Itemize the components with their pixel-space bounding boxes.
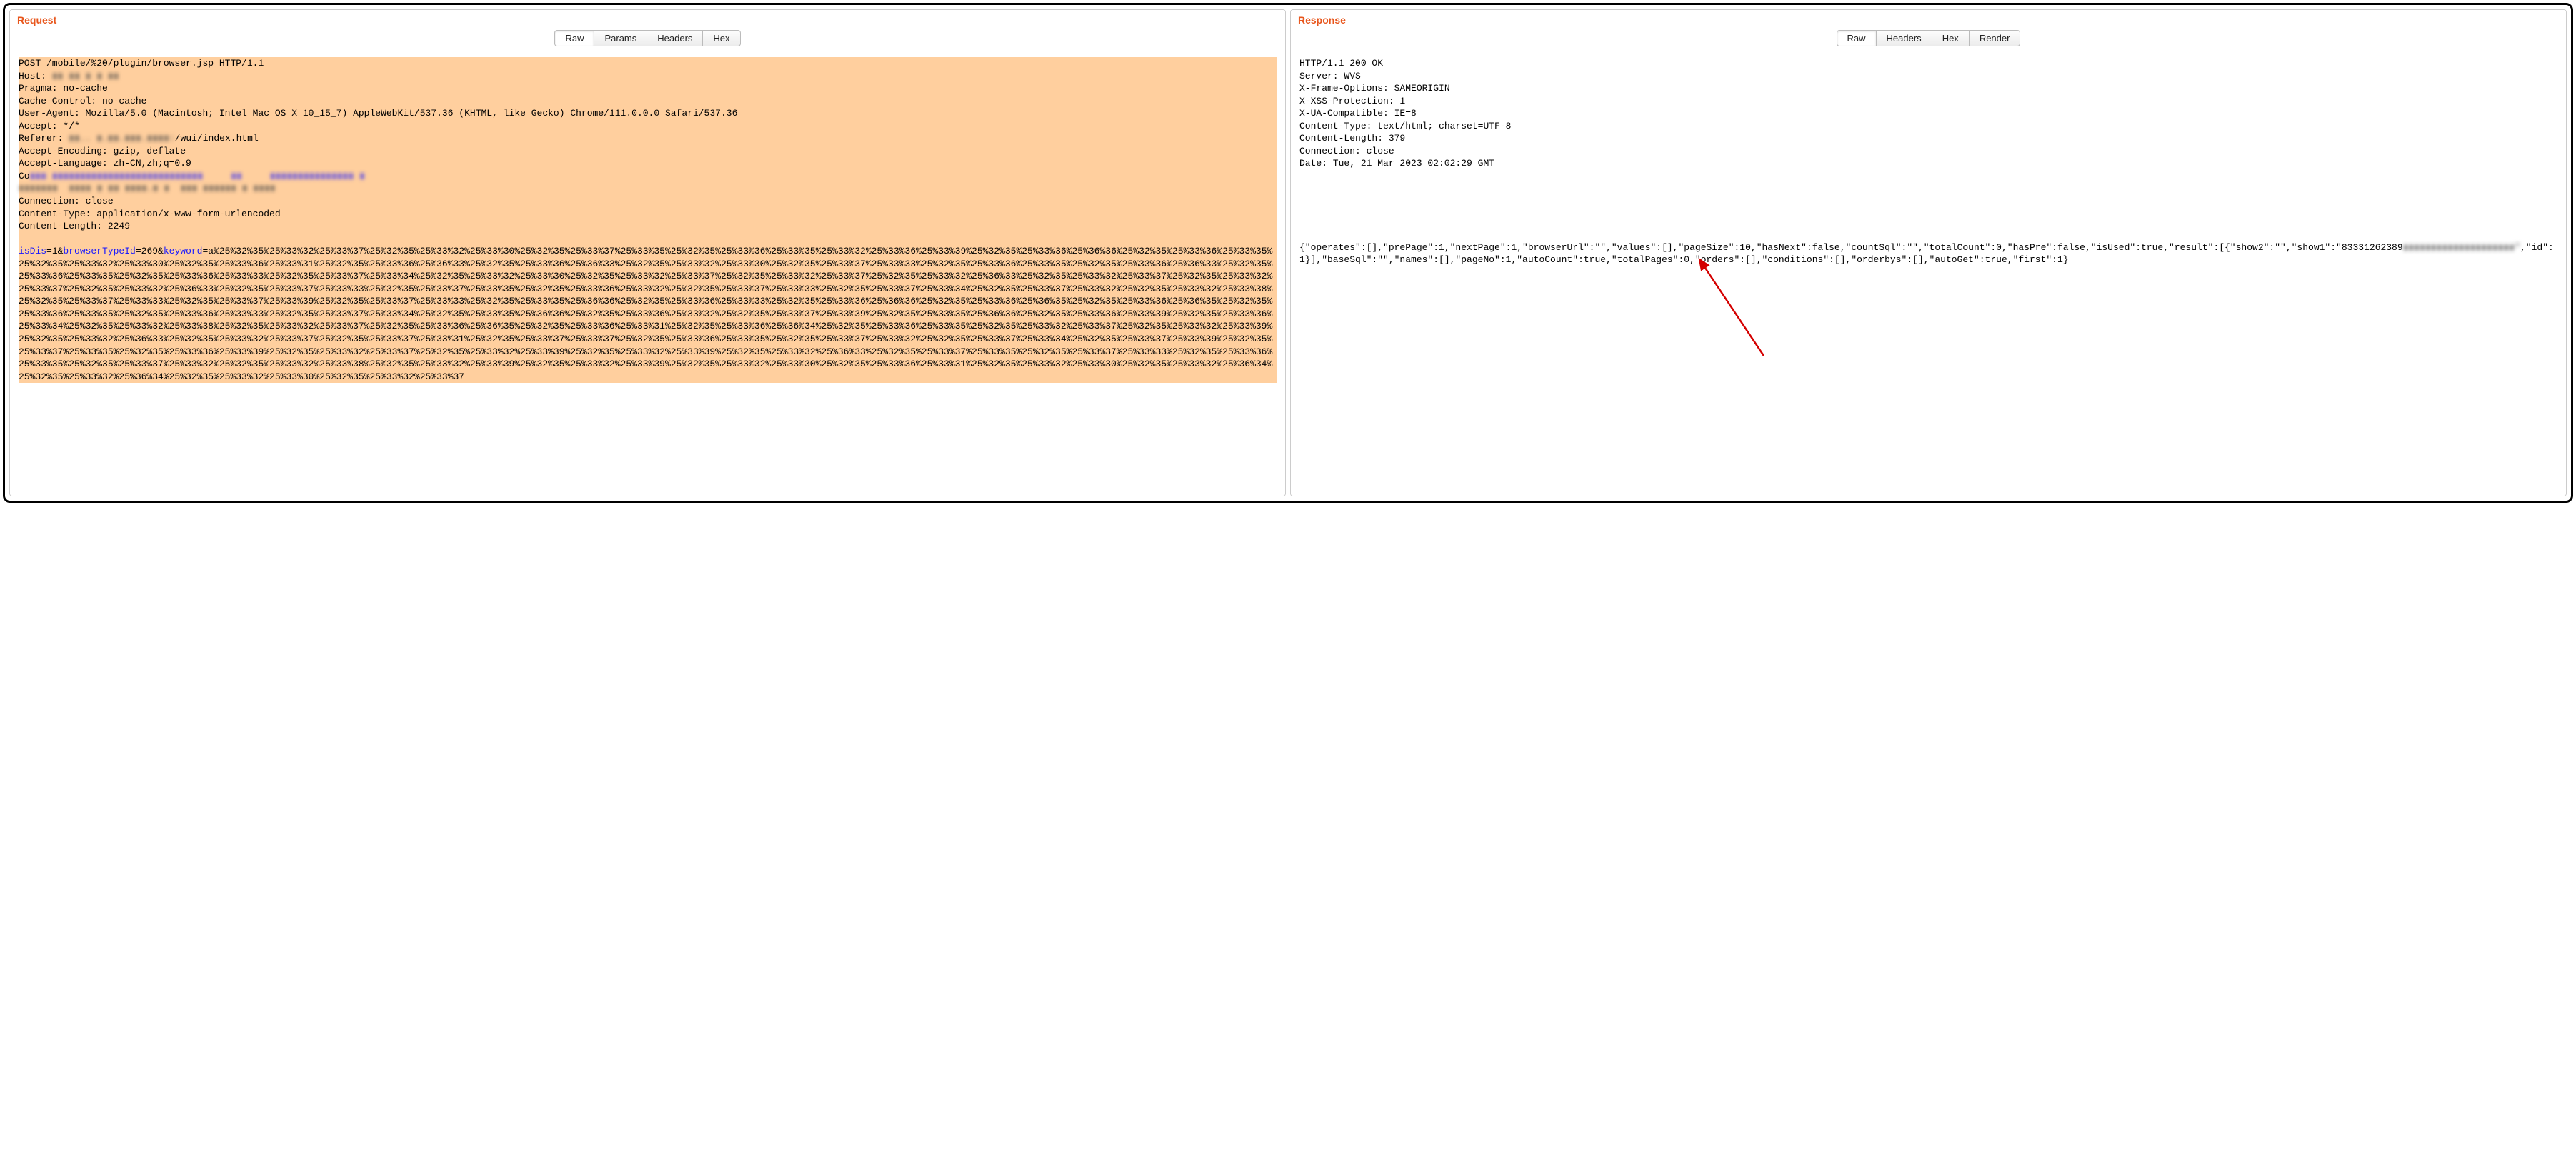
param-browsertypeid: browserTypeId — [63, 246, 135, 256]
response-headers: HTTP/1.1 200 OK Server: WVS X-Frame-Opti… — [1299, 58, 1511, 169]
cache-control: Cache-Control: no-cache — [19, 96, 146, 106]
cookie-label: Co — [19, 171, 30, 181]
response-body: {"operates":[],"prePage":1,"nextPage":1,… — [1299, 241, 2557, 279]
tab-render-resp[interactable]: Render — [1970, 30, 2021, 46]
referer-redacted: ▮▮.. ▮.▮▮.▮▮▮.▮▮▮▮: — [69, 133, 175, 144]
response-title: Response — [1291, 10, 2566, 29]
referer-tail: /wui/index.html — [175, 133, 259, 144]
referer-label: Referer: — [19, 133, 69, 144]
param-keyword: keyword — [164, 246, 203, 256]
tab-params[interactable]: Params — [594, 30, 647, 46]
connection: Connection: close — [19, 196, 114, 206]
accept: Accept: */* — [19, 121, 80, 131]
param-keyword-val: =a%25%32%35%25%33%32%25%33%37%25%32%35%2… — [19, 246, 1272, 381]
request-raw-content[interactable]: POST /mobile/%20/plugin/browser.jsp HTTP… — [10, 51, 1285, 496]
annotation-arrow — [1685, 249, 1771, 363]
response-raw-content[interactable]: HTTP/1.1 200 OK Server: WVS X-Frame-Opti… — [1291, 51, 2566, 496]
host-label: Host: — [19, 71, 52, 81]
param-isdis-val: =1& — [46, 246, 63, 256]
response-pane: Response Raw Headers Hex Render HTTP/1.1… — [1290, 9, 2567, 496]
request-title: Request — [10, 10, 1285, 29]
app-window: Request Raw Params Headers Hex POST /mob… — [3, 3, 2573, 503]
response-tabs: Raw Headers Hex Render — [1291, 29, 2566, 51]
cookie-redacted-1: ▮▮▮ ▮▮▮▮▮▮▮▮▮▮▮▮▮▮▮▮▮▮▮▮▮▮▮▮▮▮▮ ▮▮ ▮▮▮▮▮… — [30, 171, 365, 181]
tab-hex[interactable]: Hex — [703, 30, 740, 46]
tab-headers[interactable]: Headers — [647, 30, 703, 46]
request-tabs: Raw Params Headers Hex — [10, 29, 1285, 51]
param-browsertypeid-val: =269& — [136, 246, 164, 256]
user-agent: User-Agent: Mozilla/5.0 (Macintosh; Inte… — [19, 108, 737, 119]
tab-headers-resp[interactable]: Headers — [1877, 30, 1932, 46]
pragma: Pragma: no-cache — [19, 83, 108, 94]
param-isdis: isDis — [19, 246, 46, 256]
tab-raw-resp[interactable]: Raw — [1837, 30, 1877, 46]
resp-body-1: {"operates":[],"prePage":1,"nextPage":1,… — [1299, 242, 2403, 253]
host-redacted: ▮▮ ▮▮ ▮ ▮ ▮▮ — [52, 71, 119, 81]
tab-hex-resp[interactable]: Hex — [1932, 30, 1970, 46]
request-pane: Request Raw Params Headers Hex POST /mob… — [9, 9, 1286, 496]
accept-language: Accept-Language: zh-CN,zh;q=0.9 — [19, 158, 191, 169]
req-line: POST /mobile/%20/plugin/browser.jsp HTTP… — [19, 58, 264, 69]
accept-encoding: Accept-Encoding: gzip, deflate — [19, 146, 186, 156]
tab-raw[interactable]: Raw — [554, 30, 594, 46]
resp-body-redacted: ▮▮▮▮▮▮▮▮▮▮▮▮▮▮▮▮▮▮▮▮" — [2403, 242, 2520, 253]
cookie-redacted-2: ▮▮▮▮▮▮▮ ▮▮▮▮ ▮ ▮▮ ▮▮▮▮.▮ ▮ ▮▮▮ ▮▮▮▮▮▮ ▮ … — [19, 183, 276, 194]
content-type: Content-Type: application/x-www-form-url… — [19, 209, 281, 219]
content-length: Content-Length: 2249 — [19, 221, 130, 231]
